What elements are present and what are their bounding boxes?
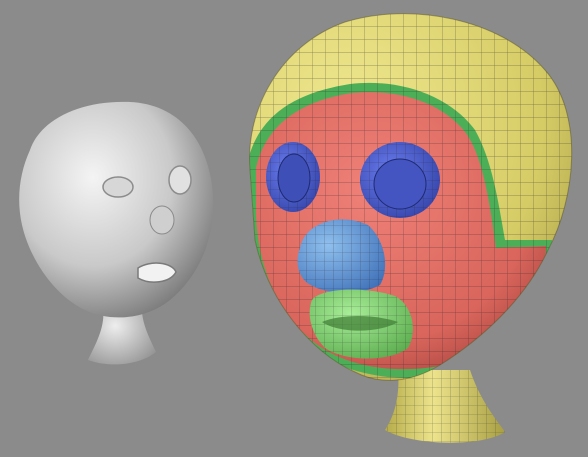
gray-right-eye <box>168 165 192 195</box>
gray-left-eye <box>102 176 134 198</box>
quad-mesh-head <box>249 13 573 443</box>
gray-head-shape <box>19 101 214 318</box>
gray-nose <box>149 205 175 235</box>
3d-viewport[interactable] <box>0 0 588 457</box>
smooth-shaded-head <box>19 101 214 365</box>
scene-canvas <box>19 13 573 443</box>
